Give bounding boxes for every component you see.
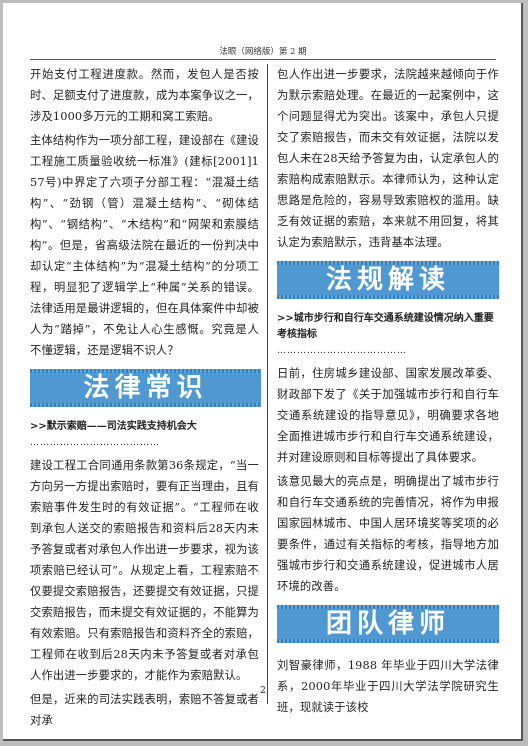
left-column: 开始支付工程进度款。然而，发包人是否按时、足额支付了进度款，成为本案争议之一，涉…: [30, 64, 268, 727]
banner-legal-knowledge: 法律常识: [30, 369, 261, 407]
banner-title: 法规解读: [325, 265, 450, 295]
dotted-divider: …………………………………: [277, 346, 407, 356]
page-header: 法眼（网络版）第 2 期: [219, 47, 307, 57]
banner-regulation-interpretation: 法规解读: [277, 261, 499, 299]
header-rule: [30, 59, 496, 60]
left-paragraph-2: 主体结构作为一项分部工程，建设部在《建设工程施工质量验收统一标准》(建标[200…: [30, 134, 259, 357]
page-number: 2: [260, 686, 266, 696]
right-paragraph-1: 包人作出进一步要求，法院越来越倾向于作为默示索赔处理。在最近的一起案例中，这个问…: [277, 68, 499, 249]
left-paragraph-3: 建设工程工合同通用条款第36条规定，“当一方向另一方提出索赔时，要有正当理由，且…: [30, 459, 259, 682]
section-subheading: >>城市步行和自行车交通系统建设情况纳入重要考核指标: [277, 313, 494, 340]
right-paragraph-2: 日前，住房城乡建设部、国家发展改革委、财政部下发了《关于加强城市步行和自行车交通…: [277, 367, 499, 464]
document-page: 法眼（网络版）第 2 期 开始支付工程进度款。然而，发包人是否按时、足额支付了进…: [3, 3, 523, 741]
section-subheading: >>默示索赔——司法实践支持机会大: [30, 421, 197, 432]
dotted-divider: …………………………………: [30, 438, 160, 448]
right-column: 包人作出进一步要求，法院越来越倾向于作为默示索赔处理。在最近的一起案例中，这个问…: [271, 64, 499, 714]
banner-title: 法律常识: [83, 373, 208, 403]
banner-team-lawyers: 团队律师: [277, 605, 499, 643]
right-paragraph-3: 该意见最大的亮点是，明确提出了城市步行和自行车交通系统的完善情况，将作为申报国家…: [277, 475, 499, 593]
banner-title: 团队律师: [325, 609, 450, 639]
left-paragraph-1: 开始支付工程进度款。然而，发包人是否按时、足额支付了进度款，成为本案争议之一，涉…: [30, 68, 259, 123]
